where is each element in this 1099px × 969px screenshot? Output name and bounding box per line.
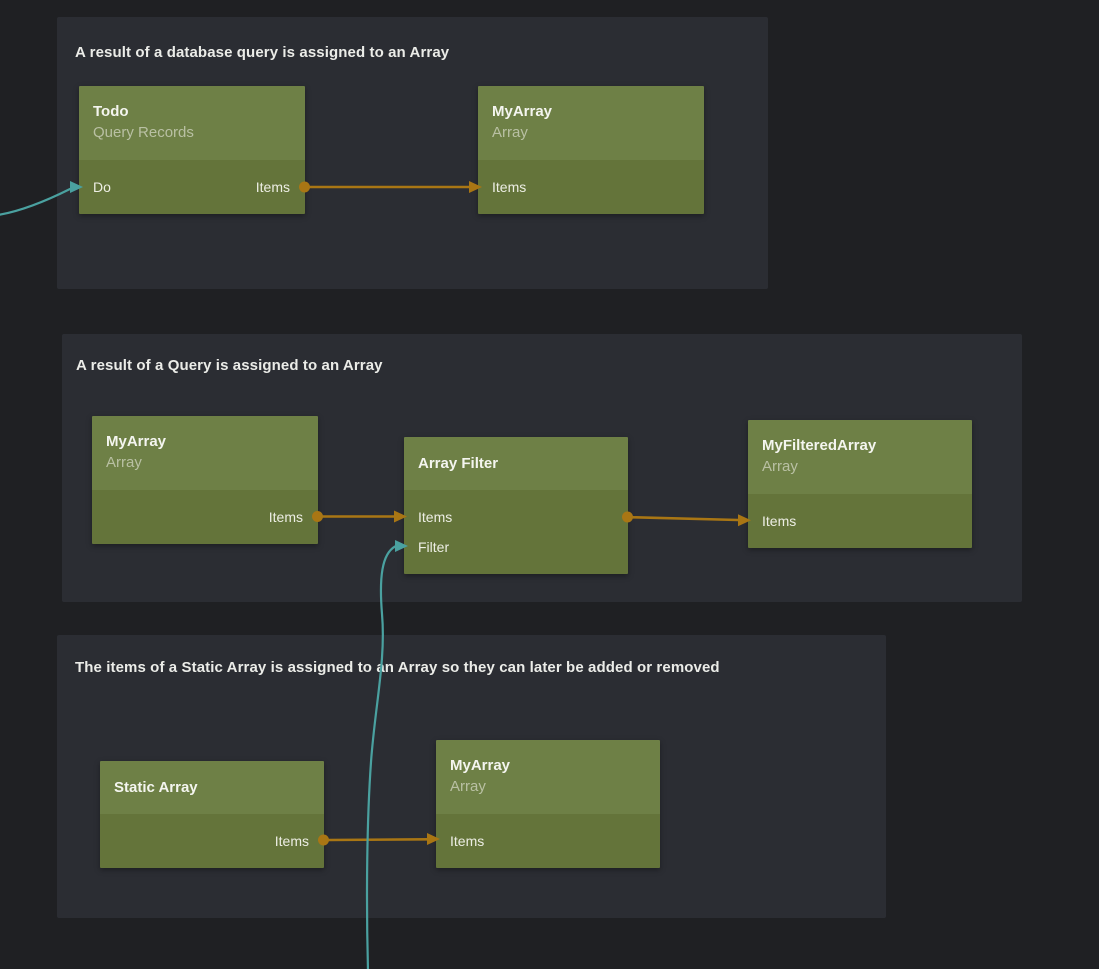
node-ports: Do Items — [79, 160, 305, 214]
group-panel-static-array[interactable]: The items of a Static Array is assigned … — [57, 635, 886, 918]
node-header: MyFilteredArray Array — [748, 420, 972, 494]
node-title: MyArray — [450, 755, 646, 776]
port-items-input[interactable]: Items — [492, 172, 526, 202]
node-myarray-bottom[interactable]: MyArray Array Items — [436, 740, 660, 868]
port-items-output[interactable]: Items — [269, 502, 303, 532]
node-todo-query-records[interactable]: Todo Query Records Do Items — [79, 86, 305, 214]
node-title: Array Filter — [418, 453, 498, 474]
group-label: The items of a Static Array is assigned … — [75, 659, 720, 676]
node-header: MyArray Array — [92, 416, 318, 490]
port-row: Items — [114, 826, 309, 856]
node-static-array[interactable]: Static Array Items — [100, 761, 324, 868]
node-myarray-middle[interactable]: MyArray Array Items — [92, 416, 318, 544]
node-ports: Items — [436, 814, 660, 868]
node-title: Todo — [93, 101, 291, 122]
port-items-input[interactable]: Items — [762, 506, 796, 536]
node-header: Array Filter — [404, 437, 628, 490]
group-label: A result of a Query is assigned to an Ar… — [76, 357, 383, 374]
node-myfilteredarray[interactable]: MyFilteredArray Array Items — [748, 420, 972, 548]
node-editor-canvas[interactable]: A result of a database query is assigned… — [0, 0, 1099, 969]
node-header: Todo Query Records — [79, 86, 305, 160]
node-title: MyArray — [492, 101, 690, 122]
node-ports: Items — [100, 814, 324, 868]
port-row: Do Items — [93, 172, 290, 202]
node-title: MyFilteredArray — [762, 435, 958, 456]
port-items-input[interactable]: Items — [450, 826, 484, 856]
port-row: Items — [762, 506, 957, 536]
port-row: Items — [106, 502, 303, 532]
port-items-output[interactable]: Items — [275, 826, 309, 856]
node-subtitle: Array — [762, 456, 958, 478]
port-row: Items — [418, 502, 613, 532]
node-array-filter[interactable]: Array Filter Items Filter — [404, 437, 628, 574]
port-items-output[interactable]: Items — [256, 172, 290, 202]
port-do-input[interactable]: Do — [93, 172, 111, 202]
node-subtitle: Query Records — [93, 122, 291, 144]
group-panel-query-filter[interactable]: A result of a Query is assigned to an Ar… — [62, 334, 1022, 602]
port-items-input[interactable]: Items — [418, 502, 452, 532]
group-label: A result of a database query is assigned… — [75, 44, 449, 61]
node-ports: Items — [478, 160, 704, 214]
port-row: Filter — [418, 532, 613, 562]
port-row: Items — [450, 826, 645, 856]
node-header: MyArray Array — [478, 86, 704, 160]
node-ports: Items — [92, 490, 318, 544]
node-header: Static Array — [100, 761, 324, 814]
group-panel-database-query[interactable]: A result of a database query is assigned… — [57, 17, 768, 289]
node-title: Static Array — [114, 777, 198, 798]
port-filter-input[interactable]: Filter — [418, 532, 449, 562]
port-row: Items — [492, 172, 689, 202]
node-subtitle: Array — [106, 452, 304, 474]
node-subtitle: Array — [492, 122, 690, 144]
node-ports: Items Filter — [404, 490, 628, 574]
node-title: MyArray — [106, 431, 304, 452]
node-subtitle: Array — [450, 776, 646, 798]
node-header: MyArray Array — [436, 740, 660, 814]
node-ports: Items — [748, 494, 972, 548]
node-myarray-top[interactable]: MyArray Array Items — [478, 86, 704, 214]
